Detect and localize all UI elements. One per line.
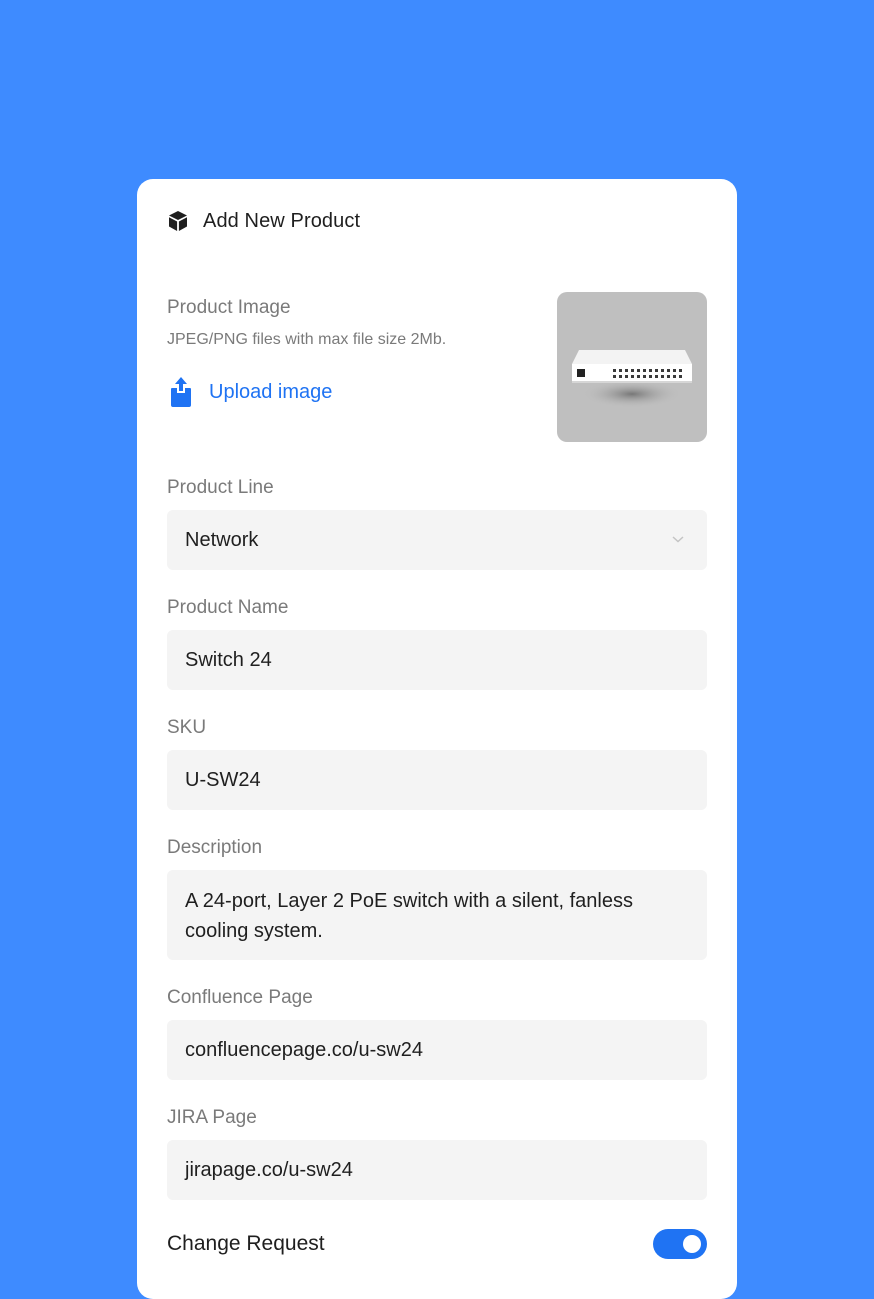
product-image-label: Product Image <box>167 297 291 318</box>
change-request-label: Change Request <box>167 1232 325 1255</box>
product-line-select[interactable]: Network <box>167 510 707 570</box>
sku-input[interactable]: U-SW24 <box>167 750 707 810</box>
jira-page-field: JIRA Page jirapage.co/u-sw24 <box>167 1106 707 1200</box>
sku-label: SKU <box>167 717 207 738</box>
product-name-field: Product Name Switch 24 <box>167 596 707 690</box>
description-value: A 24-port, Layer 2 PoE switch with a sil… <box>185 890 633 942</box>
change-request-toggle[interactable] <box>653 1229 707 1259</box>
page-title: Add New Product <box>203 209 361 232</box>
add-product-card: Add New Product Product Image JPEG/PNG f… <box>137 179 737 1299</box>
confluence-page-input[interactable]: confluencepage.co/u-sw24 <box>167 1020 707 1080</box>
change-request-row: Change Request <box>167 1229 707 1259</box>
description-label: Description <box>167 837 263 858</box>
sku-field: SKU U-SW24 <box>167 716 707 810</box>
product-line-field: Product Line Network <box>167 476 707 570</box>
product-image-hint: JPEG/PNG files with max file size 2Mb. <box>167 331 447 348</box>
toggle-knob <box>683 1235 701 1253</box>
product-name-input[interactable]: Switch 24 <box>167 630 707 690</box>
confluence-page-label: Confluence Page <box>167 987 313 1008</box>
chevron-down-icon <box>671 534 685 544</box>
card-header: Add New Product <box>167 207 360 235</box>
sku-value: U-SW24 <box>185 768 261 791</box>
product-line-label: Product Line <box>167 477 274 498</box>
product-name-value: Switch 24 <box>185 648 272 671</box>
jira-page-value: jirapage.co/u-sw24 <box>185 1158 353 1181</box>
upload-image-label: Upload image <box>209 380 333 403</box>
product-image-section: Product Image JPEG/PNG files with max fi… <box>167 292 707 442</box>
confluence-page-field: Confluence Page confluencepage.co/u-sw24 <box>167 986 707 1080</box>
upload-image-button[interactable]: Upload image <box>167 376 332 408</box>
product-line-value: Network <box>185 528 259 551</box>
box-icon <box>167 210 189 232</box>
description-field: Description A 24-port, Layer 2 PoE switc… <box>167 836 707 960</box>
jira-page-label: JIRA Page <box>167 1107 257 1128</box>
description-textarea[interactable]: A 24-port, Layer 2 PoE switch with a sil… <box>167 870 707 960</box>
confluence-page-value: confluencepage.co/u-sw24 <box>185 1038 423 1061</box>
product-name-label: Product Name <box>167 597 289 618</box>
jira-page-input[interactable]: jirapage.co/u-sw24 <box>167 1140 707 1200</box>
upload-icon <box>167 376 195 408</box>
product-image-preview <box>557 292 707 442</box>
